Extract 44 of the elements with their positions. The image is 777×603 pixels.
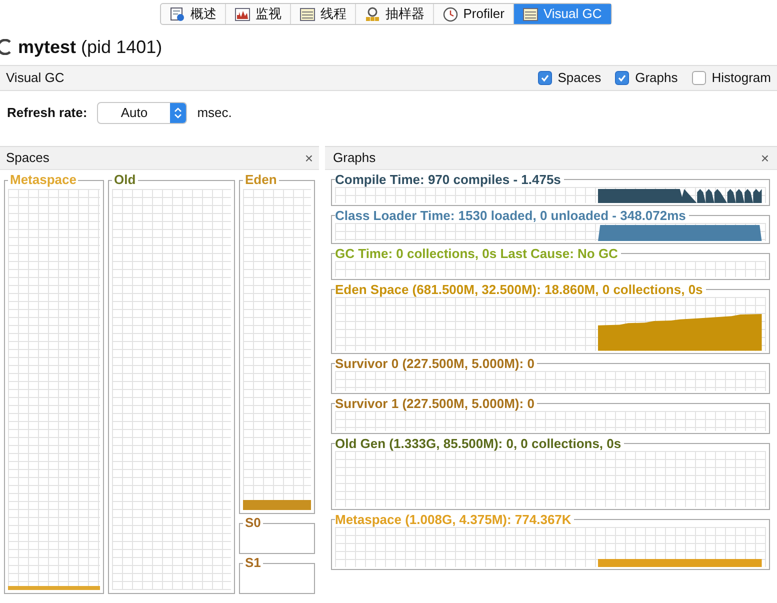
tab[interactable]: Visual GC bbox=[514, 4, 611, 24]
graph-title: Compile Time: 970 compiles - 1.475s bbox=[335, 172, 562, 187]
close-button[interactable]: × bbox=[304, 151, 313, 165]
space-title: Eden bbox=[244, 173, 278, 187]
document-info-icon bbox=[170, 6, 186, 22]
panel-title: Graphs bbox=[333, 149, 376, 168]
checkbox[interactable] bbox=[615, 71, 630, 85]
graph-title: Metaspace (1.008G, 4.375M): 774.367K bbox=[335, 512, 572, 527]
list-window-icon bbox=[523, 6, 538, 22]
graph-title: Class Loader Time: 1530 loaded, 0 unloaded - 348.072ms bbox=[335, 208, 687, 223]
graph-title: GC Time: 0 collections, 0s Last Cause: No GC bbox=[335, 246, 619, 261]
refresh-rate-unit: msec. bbox=[197, 104, 232, 122]
sampler-icon bbox=[365, 6, 380, 22]
tab[interactable]: 概述 bbox=[161, 4, 226, 24]
chart-icon bbox=[235, 6, 250, 22]
tab[interactable]: 监视 bbox=[226, 4, 292, 24]
space-title: S1 bbox=[244, 556, 262, 570]
clock-icon bbox=[443, 6, 458, 22]
close-button[interactable]: × bbox=[760, 151, 769, 165]
view-title: Visual GC bbox=[6, 69, 64, 88]
checkmark-icon bbox=[617, 73, 628, 83]
space-title: Old bbox=[113, 173, 137, 187]
space-title: S0 bbox=[244, 516, 262, 530]
tab[interactable]: 线程 bbox=[291, 4, 356, 24]
refresh-rate-label: Refresh rate: bbox=[7, 104, 88, 122]
list-window-icon bbox=[300, 6, 316, 22]
refresh-rate-select[interactable]: Auto bbox=[97, 102, 188, 124]
graph-title: Old Gen (1.333G, 85.500M): 0, 0 collections, 0s bbox=[335, 436, 622, 451]
checkbox-label[interactable]: Histogram bbox=[712, 68, 771, 88]
graph-title: Eden Space (681.500M, 32.500M): 18.860M, 0 collections, 0s bbox=[335, 282, 704, 297]
panel-title: Spaces bbox=[6, 149, 50, 168]
tab[interactable]: Profiler bbox=[434, 4, 514, 24]
checkmark-icon bbox=[540, 73, 550, 83]
graph-title: Survivor 0 (227.500M, 5.000M): 0 bbox=[335, 356, 536, 371]
tab[interactable]: 抽样器 bbox=[356, 4, 434, 24]
graph-title: Survivor 1 (227.500M, 5.000M): 0 bbox=[335, 396, 536, 411]
checkbox[interactable] bbox=[538, 71, 552, 85]
checkbox[interactable] bbox=[692, 71, 706, 85]
process-title: mytest (pid 1401) bbox=[18, 36, 162, 59]
checkbox-label[interactable]: Spaces bbox=[558, 68, 602, 88]
checkbox-label[interactable]: Graphs bbox=[635, 68, 678, 88]
loading-spinner-icon bbox=[0, 39, 12, 55]
stepper-chevrons-icon bbox=[174, 107, 182, 119]
space-title: Metaspace bbox=[9, 173, 78, 187]
